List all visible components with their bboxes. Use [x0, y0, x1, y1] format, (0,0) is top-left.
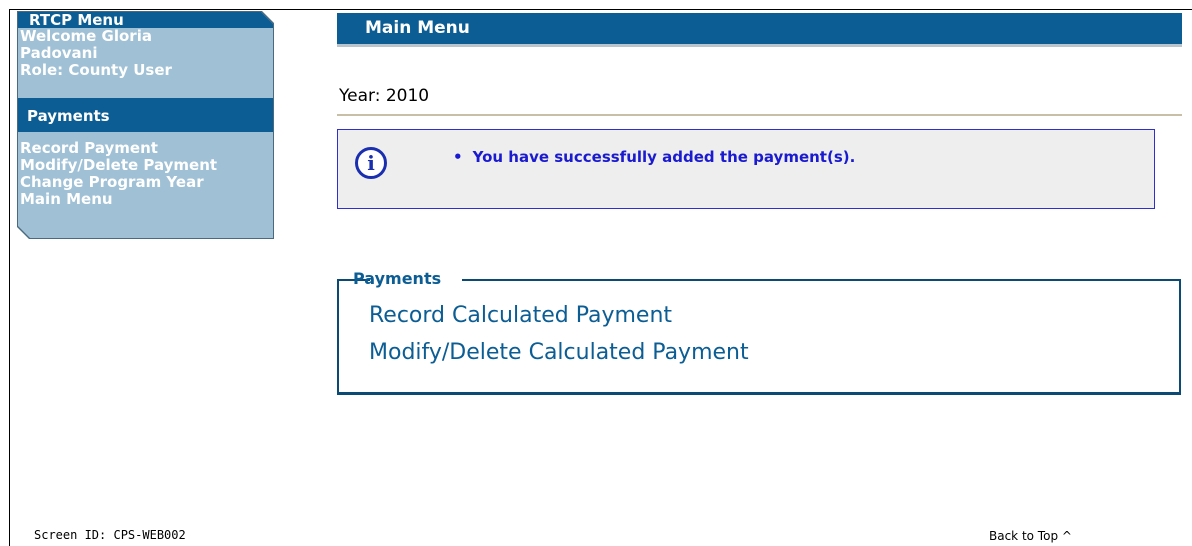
page-frame-top	[9, 9, 1192, 10]
left-menu: RTCP Menu Welcome Gloria Padovani Role: …	[18, 12, 273, 238]
left-menu-section-header: Payments	[18, 98, 273, 132]
user-name: Padovani	[20, 44, 98, 62]
success-message: • You have successfully added the payment…	[453, 148, 855, 166]
success-message-text: You have successfully added the payment(…	[472, 148, 856, 166]
page-title-bar: Main Menu	[337, 13, 1182, 44]
record-calculated-payment-link[interactable]: Record Calculated Payment	[369, 303, 672, 328]
payments-fieldset	[337, 279, 1181, 395]
modify-delete-calculated-payment-link[interactable]: Modify/Delete Calculated Payment	[369, 340, 749, 365]
menu-item-change-program-year[interactable]: Change Program Year	[20, 174, 217, 191]
left-menu-section-title: Payments	[27, 107, 110, 125]
page-title: Main Menu	[365, 18, 470, 38]
menu-item-record-payment[interactable]: Record Payment	[20, 140, 217, 157]
welcome-block: Welcome Gloria Padovani Role: County Use…	[20, 28, 270, 79]
menu-item-main-menu[interactable]: Main Menu	[20, 191, 217, 208]
message-bullet: •	[453, 148, 463, 166]
left-menu-header: RTCP Menu	[18, 12, 273, 29]
menu-item-modify-delete-payment[interactable]: Modify/Delete Payment	[20, 157, 217, 174]
payments-legend: Payments	[340, 269, 463, 288]
year-label: Year:	[339, 86, 381, 106]
info-icon: i	[355, 147, 387, 179]
year-display: Year: 2010	[339, 86, 429, 106]
screen-id: Screen ID: CPS-WEB002	[34, 528, 186, 542]
back-to-top-link[interactable]: Back to Top ^	[989, 529, 1072, 543]
year-divider	[337, 114, 1182, 116]
left-menu-items: Record Payment Modify/Delete Payment Cha…	[20, 140, 217, 208]
title-bar-underline	[337, 44, 1182, 47]
welcome-text: Welcome Gloria	[20, 27, 152, 45]
user-role: Role: County User	[20, 61, 172, 79]
info-message-box: i • You have successfully added the payme…	[337, 129, 1155, 209]
year-value: 2010	[385, 86, 430, 106]
page-frame-left	[9, 9, 10, 546]
